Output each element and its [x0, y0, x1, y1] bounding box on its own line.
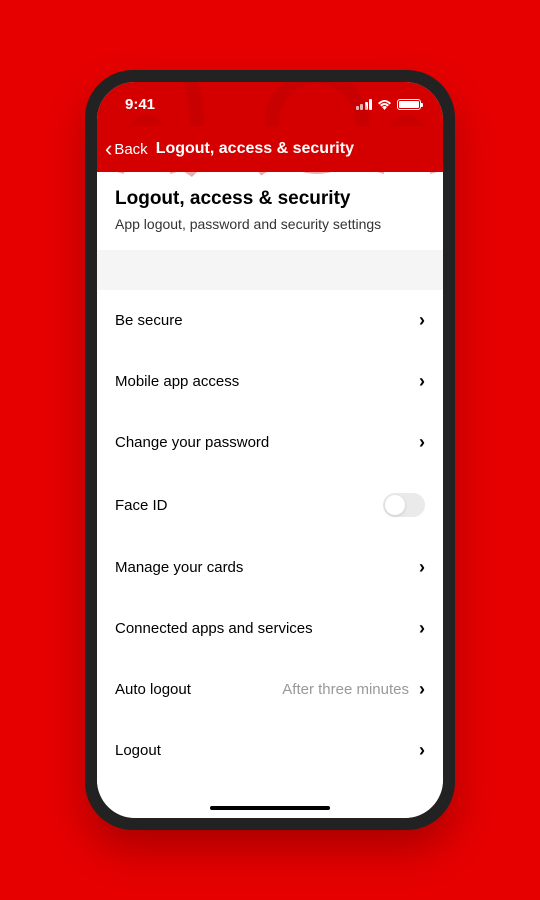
phone-frame: 9:41 ‹ Back Logo	[85, 70, 455, 830]
list-item-label: Logout	[115, 742, 161, 759]
chevron-left-icon: ‹	[105, 138, 112, 160]
battery-icon	[397, 99, 421, 110]
home-indicator[interactable]	[210, 806, 330, 810]
nav-bar: ‹ Back Logout, access & security	[97, 126, 443, 172]
chevron-right-icon: ›	[419, 679, 425, 700]
list-item-auto-logout[interactable]: Auto logout After three minutes ›	[97, 659, 443, 720]
list-item-mobile-access[interactable]: Mobile app access ›	[97, 351, 443, 412]
list-item-label: Auto logout	[115, 681, 191, 698]
chevron-right-icon: ›	[419, 371, 425, 392]
chevron-right-icon: ›	[419, 740, 425, 761]
auto-logout-value: After three minutes	[282, 681, 409, 698]
list-item-connected-apps[interactable]: Connected apps and services ›	[97, 598, 443, 659]
list-item-face-id: Face ID	[97, 473, 443, 537]
page-header: Logout, access & security App logout, pa…	[97, 172, 443, 250]
chevron-right-icon: ›	[419, 310, 425, 331]
page-subtitle: App logout, password and security settin…	[115, 216, 425, 232]
phone-inner: 9:41 ‹ Back Logo	[97, 82, 443, 818]
page-title: Logout, access & security	[115, 188, 425, 210]
list-item-change-password[interactable]: Change your password ›	[97, 412, 443, 473]
section-divider	[97, 250, 443, 290]
back-button[interactable]: ‹ Back	[105, 138, 148, 160]
wifi-icon	[377, 99, 392, 110]
list-item-logout[interactable]: Logout ›	[97, 720, 443, 781]
screen: 9:41 ‹ Back Logo	[97, 82, 443, 818]
list-item-label: Face ID	[115, 497, 168, 514]
chevron-right-icon: ›	[419, 618, 425, 639]
list-item-be-secure[interactable]: Be secure ›	[97, 290, 443, 351]
chevron-right-icon: ›	[419, 432, 425, 453]
list-item-label: Connected apps and services	[115, 620, 313, 637]
cellular-signal-icon	[356, 99, 373, 110]
list-item-manage-cards[interactable]: Manage your cards ›	[97, 537, 443, 598]
back-label: Back	[114, 141, 147, 158]
list-item-label: Change your password	[115, 434, 269, 451]
chevron-right-icon: ›	[419, 557, 425, 578]
status-icons	[356, 99, 422, 110]
face-id-toggle[interactable]	[383, 493, 425, 517]
list-item-label: Manage your cards	[115, 559, 243, 576]
toggle-knob	[385, 495, 405, 515]
list-item-label: Mobile app access	[115, 373, 239, 390]
list-item-label: Be secure	[115, 312, 183, 329]
status-time: 9:41	[125, 96, 155, 113]
settings-list: Be secure › Mobile app access › Change y…	[97, 290, 443, 818]
nav-title: Logout, access & security	[156, 140, 354, 158]
status-bar: 9:41	[97, 82, 443, 126]
